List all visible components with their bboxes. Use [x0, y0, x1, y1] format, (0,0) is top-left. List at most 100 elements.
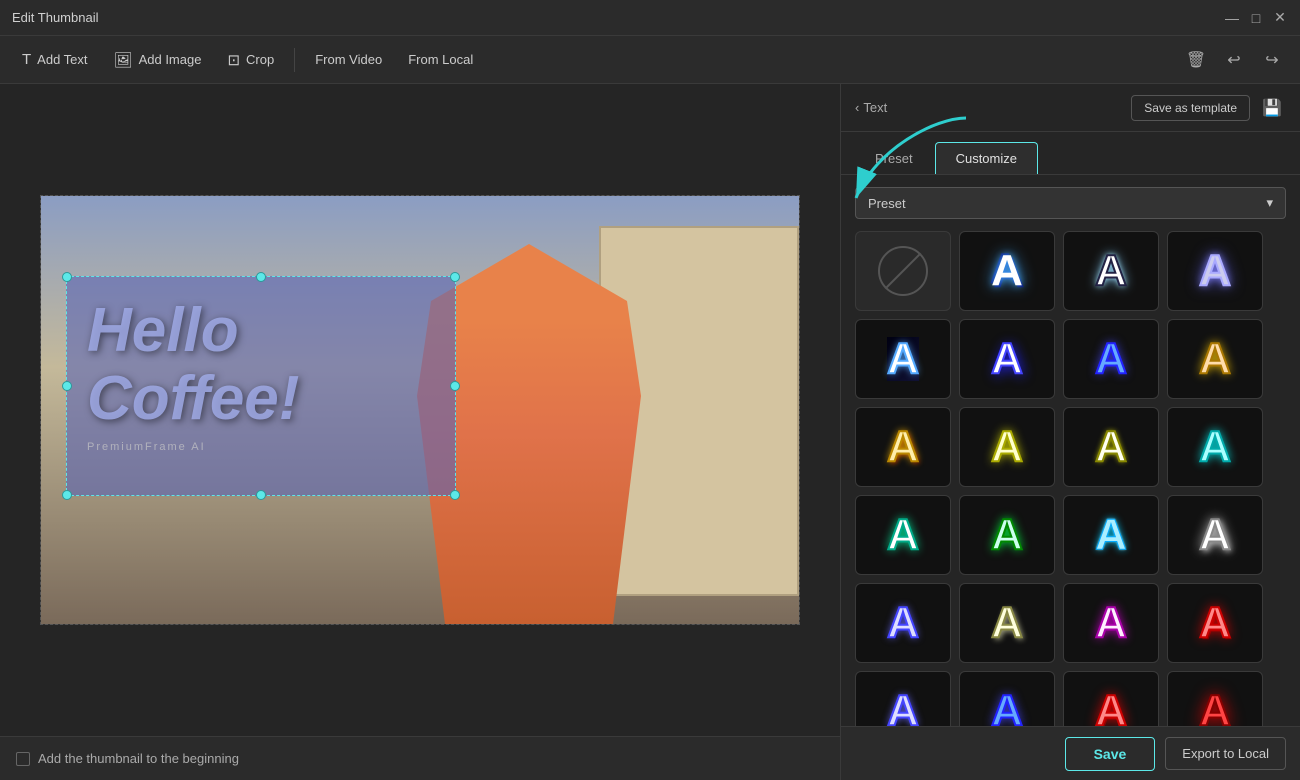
preset-item-20[interactable]: A [855, 671, 951, 726]
preset-letter-16: A [887, 601, 919, 645]
preset-letter-18: A [1095, 601, 1127, 645]
add-image-button[interactable]: 🖼 Add Image [104, 46, 212, 74]
text-overlay-content: HelloCoffee! PremiumFrame AI [67, 277, 455, 473]
from-local-button[interactable]: From Local [398, 47, 483, 72]
from-video-button[interactable]: From Video [305, 47, 392, 72]
preset-item-8[interactable]: A [855, 407, 951, 487]
preset-letter-11: A [1199, 425, 1231, 469]
preset-item-11[interactable]: A [1167, 407, 1263, 487]
preset-item-2[interactable]: A [1063, 231, 1159, 311]
undo-button[interactable]: ↩ [1218, 44, 1250, 76]
preset-letter-7: A [1199, 337, 1231, 381]
preset-letter-6: A [1095, 337, 1127, 381]
main-area: HelloCoffee! PremiumFrame AI Add [0, 84, 1300, 780]
canvas-area: HelloCoffee! PremiumFrame AI Add [0, 84, 840, 780]
text-icon: T [22, 51, 31, 68]
thumbnail-checkbox-label[interactable]: Add the thumbnail to the beginning [16, 751, 239, 766]
preset-letter-21: A [991, 689, 1023, 726]
preset-letter-8: A [887, 425, 919, 469]
text-overlay-box[interactable]: HelloCoffee! PremiumFrame AI [66, 276, 456, 496]
save-as-template-button[interactable]: Save as template [1131, 95, 1250, 121]
redo-button[interactable]: ↪ [1256, 44, 1288, 76]
preset-letter-15: A [1199, 513, 1231, 557]
minimize-button[interactable]: — [1224, 10, 1240, 26]
preset-letter-3: A [1199, 249, 1231, 293]
chevron-down-icon: ▾ [1266, 195, 1273, 211]
add-text-button[interactable]: T Add Text [12, 46, 98, 73]
preset-letter-13: A [991, 513, 1023, 557]
canvas[interactable]: HelloCoffee! PremiumFrame AI [40, 195, 800, 625]
tab-customize[interactable]: Customize [935, 142, 1038, 174]
canvas-wrapper: HelloCoffee! PremiumFrame AI [0, 84, 840, 736]
preset-letter-5: A [991, 337, 1023, 381]
preset-letter-4: A [887, 337, 919, 381]
preset-letter-14: A [1095, 513, 1127, 557]
window-title: Edit Thumbnail [12, 10, 98, 25]
preset-row-2: A A A A [855, 319, 1286, 399]
preset-letter-10: A [1095, 425, 1127, 469]
maximize-button[interactable]: □ [1248, 10, 1264, 26]
panel-footer: Save Export to Local [841, 726, 1300, 780]
handle-top-left[interactable] [62, 272, 72, 282]
image-icon: 🖼 [114, 51, 133, 69]
handle-top-right[interactable] [450, 272, 460, 282]
save-button[interactable]: Save [1065, 737, 1156, 771]
title-bar: Edit Thumbnail — □ ✕ [0, 0, 1300, 36]
preset-letter-12: A [887, 513, 919, 557]
handle-bottom-right[interactable] [450, 490, 460, 500]
overlay-watermark: PremiumFrame AI [87, 441, 435, 453]
preset-item-none[interactable] [855, 231, 951, 311]
back-chevron-icon: ‹ [855, 100, 859, 115]
close-button[interactable]: ✕ [1272, 10, 1288, 26]
preset-item-23[interactable]: A [1167, 671, 1263, 726]
preset-item-17[interactable]: A [959, 583, 1055, 663]
preset-item-6[interactable]: A [1063, 319, 1159, 399]
export-to-local-button[interactable]: Export to Local [1165, 737, 1286, 770]
preset-item-10[interactable]: A [1063, 407, 1159, 487]
panel-header: ‹ Text Save as template 💾 [841, 84, 1300, 132]
handle-mid-left[interactable] [62, 381, 72, 391]
preset-item-9[interactable]: A [959, 407, 1055, 487]
panel-tabs: Preset Customize [841, 132, 1300, 175]
preset-letter-23: A [1199, 689, 1231, 726]
preset-item-13[interactable]: A [959, 495, 1055, 575]
handle-mid-right[interactable] [450, 381, 460, 391]
crop-button[interactable]: ⊡ Crop [217, 46, 284, 74]
tab-preset[interactable]: Preset [855, 143, 933, 174]
preset-item-21[interactable]: A [959, 671, 1055, 726]
preset-item-3[interactable]: A [1167, 231, 1263, 311]
canvas-bottom-bar: Add the thumbnail to the beginning [0, 736, 840, 780]
save-icon[interactable]: 💾 [1258, 94, 1286, 122]
presets-grid: A A A A A A [841, 227, 1300, 726]
right-panel: ‹ Text Save as template 💾 Preset Customi… [840, 84, 1300, 780]
preset-item-7[interactable]: A [1167, 319, 1263, 399]
preset-item-4[interactable]: A [855, 319, 951, 399]
preset-letter-17: A [991, 601, 1023, 645]
overlay-text: HelloCoffee! [87, 297, 435, 433]
handle-bottom-left[interactable] [62, 490, 72, 500]
preset-item-14[interactable]: A [1063, 495, 1159, 575]
preset-row-1: A A A [855, 231, 1286, 311]
handle-bottom-mid[interactable] [256, 490, 266, 500]
crop-icon: ⊡ [227, 51, 240, 69]
preset-letter-2: A [1095, 249, 1127, 293]
preset-row-3: A A A A [855, 407, 1286, 487]
preset-item-12[interactable]: A [855, 495, 951, 575]
preset-item-19[interactable]: A [1167, 583, 1263, 663]
back-button[interactable]: ‹ Text [855, 100, 887, 115]
delete-button[interactable]: 🗑 [1180, 44, 1212, 76]
toolbar-separator [294, 48, 295, 72]
preset-item-5[interactable]: A [959, 319, 1055, 399]
preset-item-16[interactable]: A [855, 583, 951, 663]
preset-letter-9: A [991, 425, 1023, 469]
thumbnail-checkbox[interactable] [16, 752, 30, 766]
preset-item-18[interactable]: A [1063, 583, 1159, 663]
preset-item-15[interactable]: A [1167, 495, 1263, 575]
preset-dropdown[interactable]: Preset ▾ [855, 187, 1286, 219]
preset-letter-1: A [991, 249, 1023, 293]
preset-letter-19: A [1199, 601, 1231, 645]
preset-item-1[interactable]: A [959, 231, 1055, 311]
window-controls: — □ ✕ [1224, 10, 1288, 26]
handle-top-mid[interactable] [256, 272, 266, 282]
preset-item-22[interactable]: A [1063, 671, 1159, 726]
